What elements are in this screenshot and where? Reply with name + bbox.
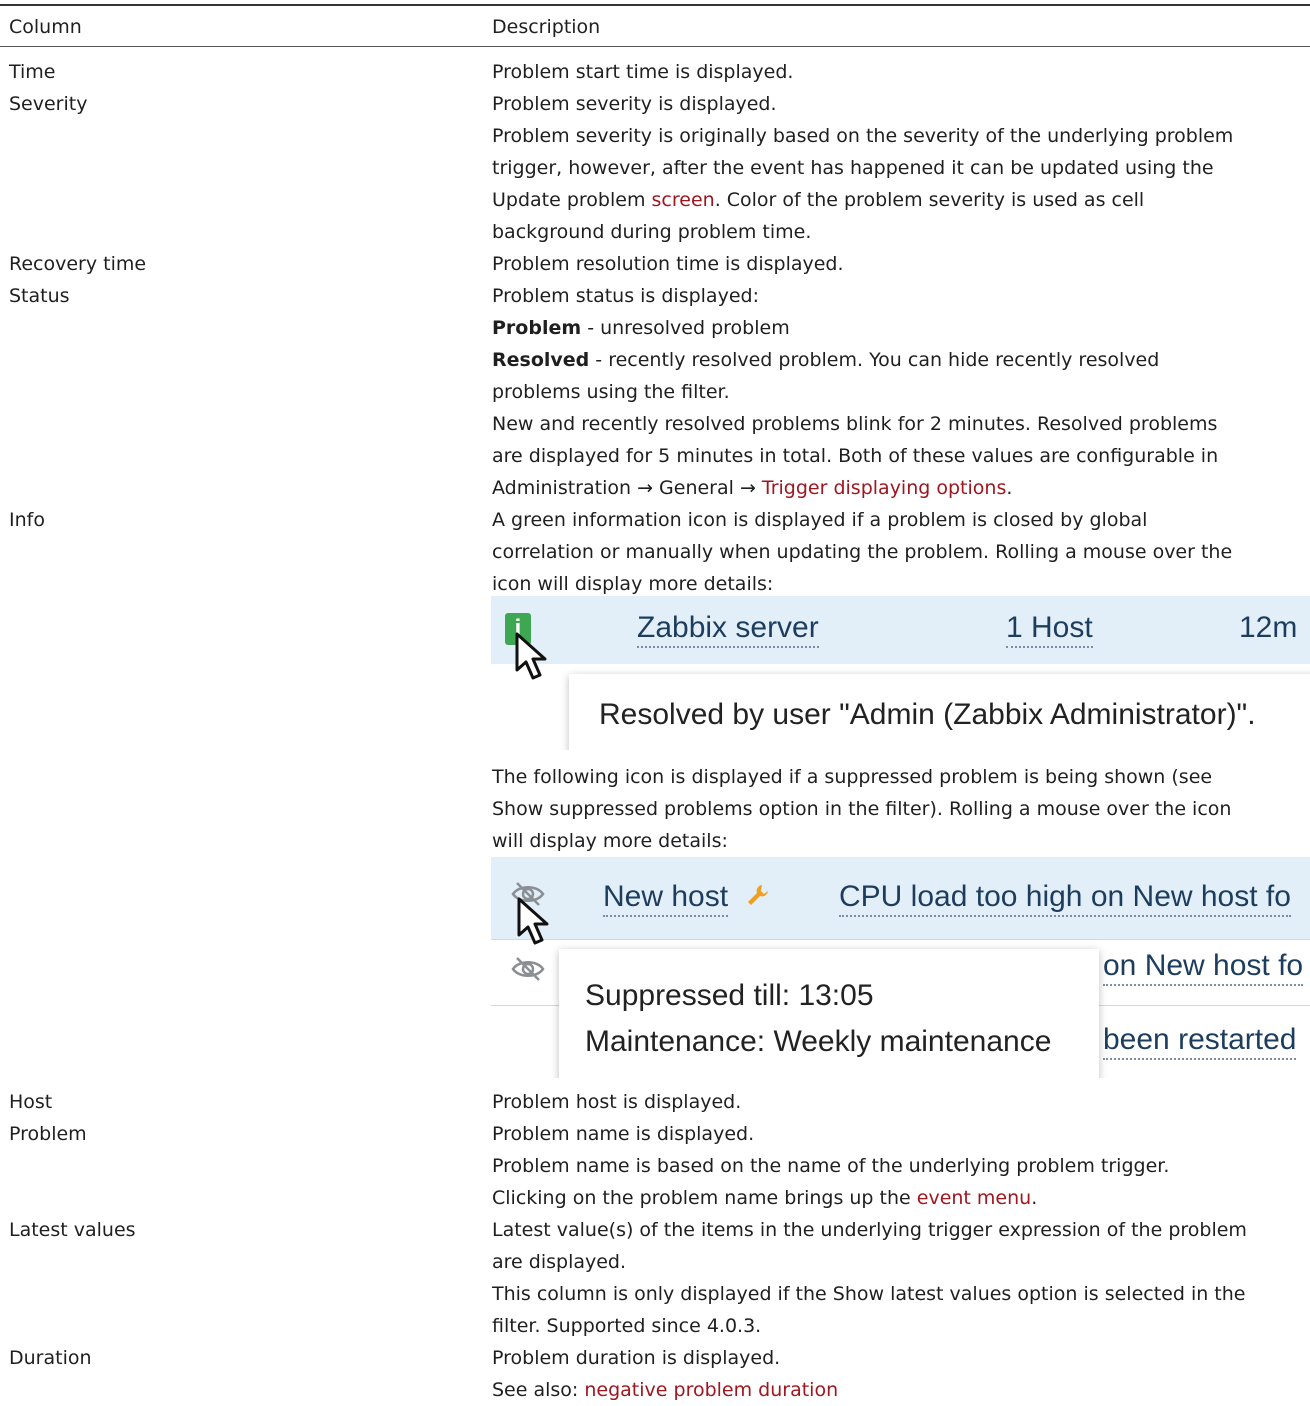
column-header-column: Column	[9, 16, 82, 38]
desc-text: Clicking on the problem name brings up t…	[492, 1187, 917, 1209]
row-desc-latest-values: Latest value(s) of the items in the unde…	[492, 1214, 1310, 1342]
desc-line: New and recently resolved problems blink…	[492, 413, 1218, 435]
row-desc-host: Problem host is displayed.	[492, 1086, 1310, 1118]
header-rule	[0, 46, 1310, 47]
status-problem-term: Problem	[492, 317, 582, 339]
desc-line: Show suppressed problems option in the f…	[492, 798, 1232, 820]
row-desc-info-part1: A green information icon is displayed if…	[492, 504, 1310, 600]
info-icon-screenshot: i Zabbix server 1 Host 12m Resolved by u…	[491, 596, 1310, 750]
row-name-duration: Duration	[9, 1347, 92, 1369]
desc-line: are displayed for 5 minutes in total. Bo…	[492, 445, 1219, 467]
trigger-displaying-options-link[interactable]: Trigger displaying options	[762, 477, 1006, 499]
row-desc-severity: Problem severity is displayed. Problem s…	[492, 88, 1310, 248]
row-desc-status: Problem status is displayed: Problem - u…	[492, 280, 1310, 504]
table-top-rule	[0, 4, 1310, 6]
row-name-host: Host	[9, 1091, 53, 1113]
desc-line: Administration → General → Trigger displ…	[492, 472, 1310, 504]
row-name-severity: Severity	[9, 93, 88, 115]
desc-line: are displayed.	[492, 1251, 627, 1273]
desc-line: Problem host is displayed.	[492, 1091, 742, 1113]
row-desc-info-part3: The following icon is displayed if a sup…	[492, 761, 1310, 857]
row-desc-time: Problem start time is displayed.	[492, 56, 1310, 88]
desc-text: Update problem	[492, 189, 652, 211]
suppressed-icon-screenshot: New host CPU load too high on New host f…	[491, 857, 1310, 1078]
mouse-cursor-icon	[515, 632, 547, 680]
desc-text: Administration → General →	[492, 477, 762, 499]
tooltip-text: Resolved by user "Admin (Zabbix Administ…	[599, 698, 1256, 731]
row-name-recovery-time: Recovery time	[9, 253, 147, 275]
column-header-description: Description	[492, 16, 601, 38]
row-name-status: Status	[9, 285, 70, 307]
desc-line: Latest value(s) of the items in the unde…	[492, 1219, 1247, 1241]
desc-line: Problem resolution time is displayed.	[492, 253, 844, 275]
hosts-count-link[interactable]: 1 Host	[1006, 610, 1093, 648]
row-desc-duration: Problem duration is displayed. See also:…	[492, 1342, 1310, 1406]
desc-line: A green information icon is displayed if…	[492, 509, 1148, 531]
screen-link[interactable]: screen	[652, 189, 715, 211]
row-name-latest-values: Latest values	[9, 1219, 136, 1241]
desc-line: problems using the filter.	[492, 381, 730, 403]
desc-line: Problem - unresolved problem	[492, 312, 1310, 344]
desc-line: filter. Supported since 4.0.3.	[492, 1315, 762, 1337]
row-name-info: Info	[9, 509, 45, 531]
desc-line: Problem name is displayed.	[492, 1123, 755, 1145]
desc-line: Problem severity is originally based on …	[492, 125, 1234, 147]
mouse-cursor-icon	[517, 897, 549, 945]
host-link[interactable]: Zabbix server	[637, 610, 819, 648]
problem-link[interactable]: been restarted	[1103, 1022, 1297, 1060]
wrench-icon	[748, 885, 768, 905]
resolved-tooltip: Resolved by user "Admin (Zabbix Administ…	[569, 674, 1310, 750]
desc-text: - recently resolved problem. You can hid…	[589, 349, 1160, 371]
row-name-time: Time	[9, 61, 56, 83]
status-resolved-term: Resolved	[492, 349, 590, 371]
desc-line: Problem duration is displayed.	[492, 1347, 781, 1369]
desc-line: Problem severity is displayed.	[492, 93, 777, 115]
desc-line: correlation or manually when updating th…	[492, 541, 1233, 563]
desc-line: Problem status is displayed:	[492, 285, 759, 307]
problem-link[interactable]: on New host fo	[1103, 948, 1304, 986]
desc-line: This column is only displayed if the Sho…	[492, 1283, 1246, 1305]
desc-text: .	[1006, 477, 1013, 499]
time-cell: 12m	[1239, 611, 1298, 644]
desc-line: background during problem time.	[492, 221, 812, 243]
desc-line: trigger, however, after the event has ha…	[492, 157, 1214, 179]
host-name: New host	[603, 880, 729, 913]
problem-row: New host CPU load too high on New host f…	[491, 857, 1310, 939]
desc-text: .	[1031, 1187, 1038, 1209]
suppressed-tooltip: Suppressed till: 13:05 Maintenance: Week…	[559, 949, 1099, 1078]
eye-slash-icon[interactable]	[511, 956, 545, 982]
host-link[interactable]: New host	[603, 879, 729, 917]
desc-line: Update problem screen. Color of the prob…	[492, 184, 1310, 216]
row-desc-recovery-time: Problem resolution time is displayed.	[492, 248, 1310, 280]
problem-row: i Zabbix server 1 Host 12m	[491, 596, 1310, 664]
desc-line: Clicking on the problem name brings up t…	[492, 1182, 1310, 1214]
tooltip-line: Maintenance: Weekly maintenance	[585, 1025, 1052, 1058]
problem-link[interactable]: CPU load too high on New host fo	[839, 879, 1291, 917]
desc-line: Resolved - recently resolved problem. Yo…	[492, 344, 1310, 376]
desc-line: The following icon is displayed if a sup…	[492, 766, 1213, 788]
tooltip-line: Suppressed till: 13:05	[585, 979, 874, 1012]
desc-line: See also: negative problem duration	[492, 1374, 1310, 1406]
row-desc-problem: Problem name is displayed. Problem name …	[492, 1118, 1310, 1214]
event-menu-link[interactable]: event menu	[917, 1187, 1031, 1209]
desc-line: will display more details:	[492, 830, 728, 852]
desc-line: Problem name is based on the name of the…	[492, 1155, 1170, 1177]
row-name-problem: Problem	[9, 1123, 87, 1145]
desc-text: - unresolved problem	[581, 317, 790, 339]
desc-text: . Color of the problem severity is used …	[714, 189, 1145, 211]
desc-line: Problem start time is displayed.	[492, 61, 794, 83]
